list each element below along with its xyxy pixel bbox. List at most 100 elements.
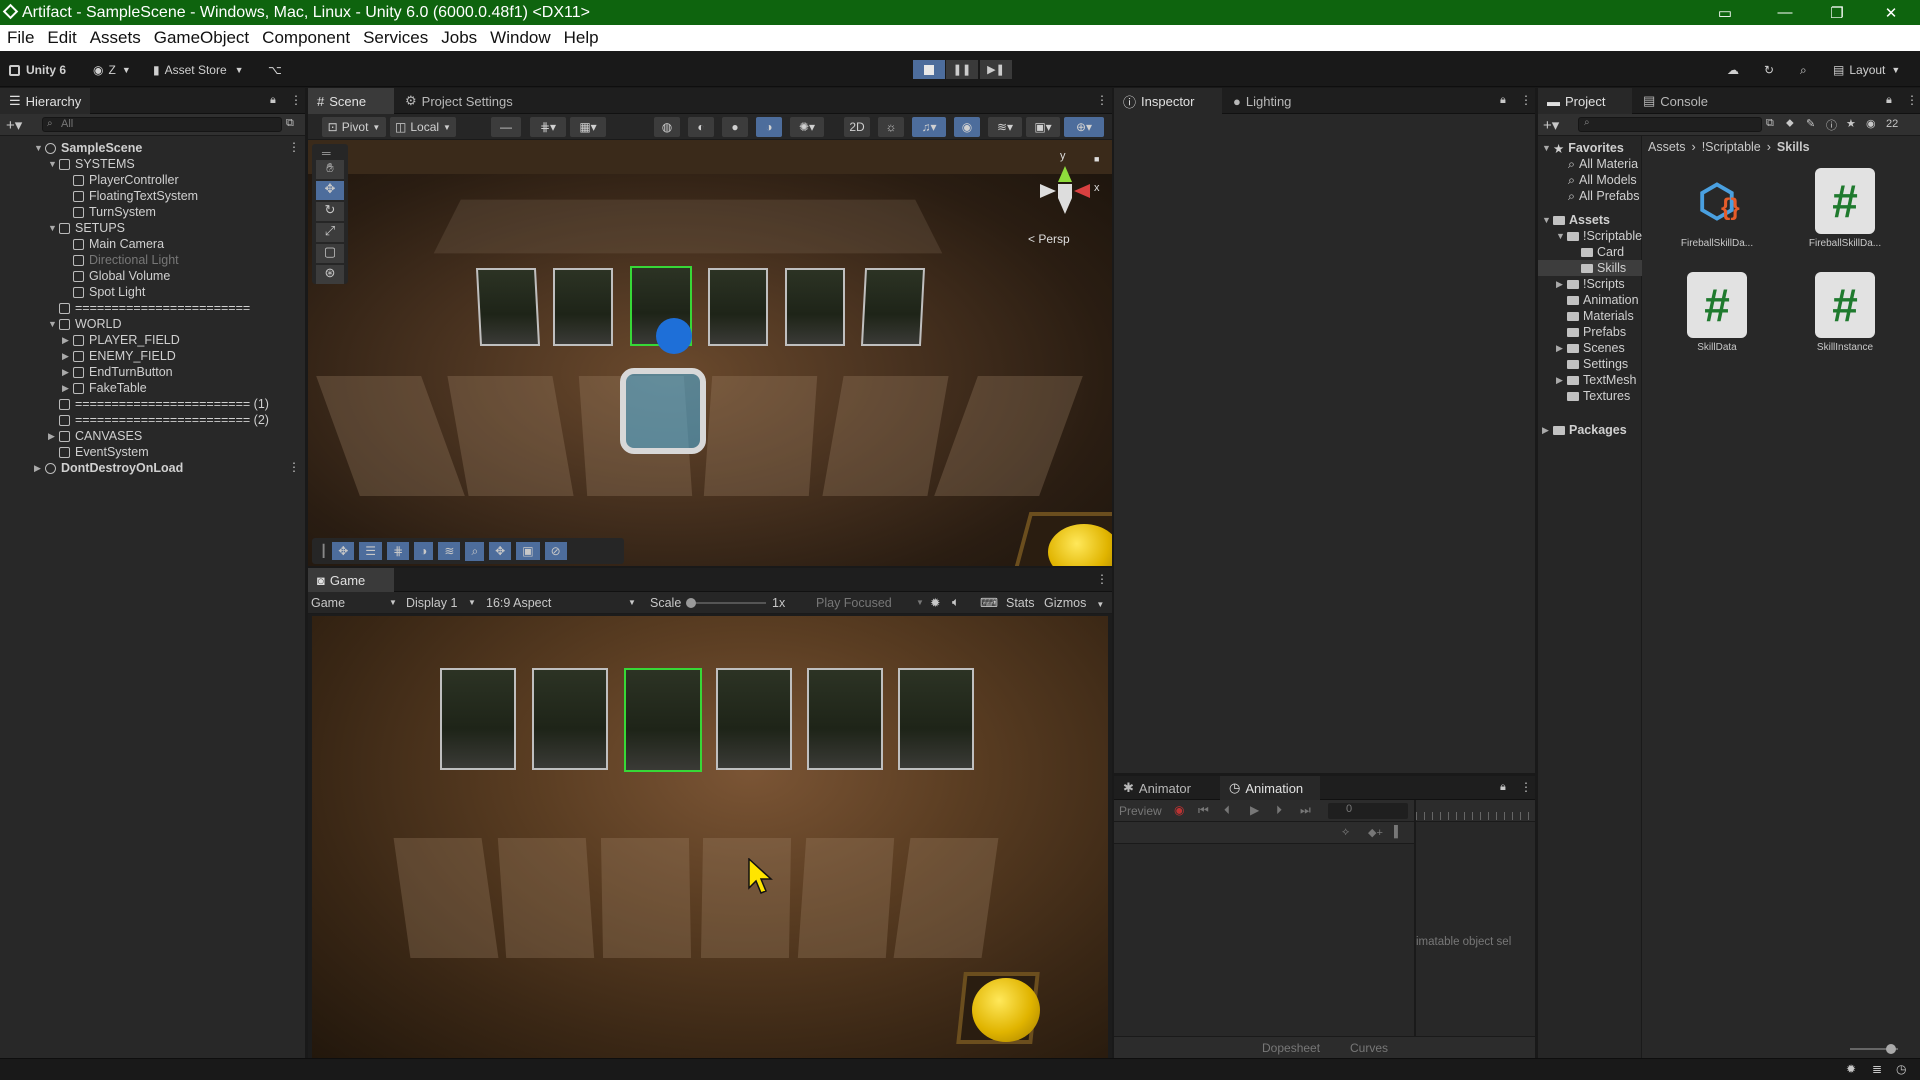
pause-button[interactable]: ❚❚: [946, 60, 978, 79]
folder-item[interactable]: ▼ !Scriptable: [1556, 228, 1642, 244]
dopesheet-tab[interactable]: Dopesheet: [1258, 1041, 1324, 1055]
expand-arrow-icon[interactable]: ▼: [48, 223, 59, 233]
hierarchy-item[interactable]: ▶ PLAYER_FIELD: [62, 332, 180, 348]
menu-gameobject[interactable]: GameObject: [154, 28, 249, 48]
mute-audio-icon[interactable]: 🔈︎: [952, 595, 960, 610]
menu-file[interactable]: File: [7, 28, 34, 48]
scale-tool-icon[interactable]: ⤢: [316, 223, 344, 242]
menu-assets[interactable]: Assets: [90, 28, 141, 48]
tab-inspector[interactable]: ⓘ Inspector: [1114, 88, 1222, 114]
frame-input[interactable]: 0: [1328, 803, 1408, 819]
expand-arrow-icon[interactable]: ▼: [1556, 231, 1567, 241]
persp-label[interactable]: < Persp: [1028, 232, 1070, 246]
scene-card[interactable]: [708, 268, 768, 346]
prev-key-icon[interactable]: ⏴: [1224, 803, 1230, 818]
expand-arrow-icon[interactable]: ▶: [1556, 343, 1567, 354]
maximize-button[interactable]: ❐: [1812, 0, 1862, 25]
search-by-label-icon[interactable]: ⬥: [1786, 117, 1794, 130]
menu-edit[interactable]: Edit: [47, 28, 76, 48]
label-icon[interactable]: ✎: [1806, 117, 1815, 130]
more-options-icon[interactable]: ⋮: [1096, 572, 1108, 586]
tab-animator[interactable]: ✱ Animator: [1114, 776, 1218, 800]
cast-icon[interactable]: ▭: [1700, 0, 1750, 25]
tab-lighting[interactable]: ● Lighting: [1224, 88, 1300, 114]
expand-arrow-icon[interactable]: ▶: [34, 463, 45, 474]
draw-mode-icon[interactable]: ◑: [414, 542, 434, 560]
camera-dropdown[interactable]: ▣▾: [1026, 117, 1060, 137]
tab-project[interactable]: ▬ Project: [1538, 88, 1632, 114]
drag-handle-icon[interactable]: ═: [322, 146, 331, 160]
menu-component[interactable]: Component: [262, 28, 350, 48]
rotate-tool-icon[interactable]: ↻: [316, 202, 344, 221]
expand-arrow-icon[interactable]: ▶: [62, 351, 73, 362]
draw-mode-shaded-icon[interactable]: ●: [722, 117, 748, 137]
folder-item[interactable]: ▶ Scenes: [1556, 340, 1625, 356]
scene-card[interactable]: [860, 268, 926, 346]
create-asset-button[interactable]: +▾: [1543, 116, 1559, 134]
hidden-packages-icon[interactable]: ◉: [1866, 117, 1876, 130]
filter-icon[interactable]: ⟡: [1342, 826, 1349, 839]
game-mode-dropdown[interactable]: Game ▼: [311, 596, 399, 610]
overlay-handle-icon[interactable]: ┃: [320, 544, 327, 558]
more-options-icon[interactable]: ⋮: [288, 140, 300, 154]
stats-button[interactable]: Stats: [1006, 596, 1035, 610]
camera-gizmo-icon[interactable]: [620, 368, 706, 454]
game-card[interactable]: [716, 668, 792, 770]
favorites-header[interactable]: ▼ ★ Favorites: [1542, 140, 1624, 156]
user-button[interactable]: ◉ Z ▼: [93, 60, 131, 80]
hierarchy-item[interactable]: ======================== (1): [48, 396, 269, 412]
local-dropdown[interactable]: ◫ Local ▼: [390, 117, 456, 137]
play-icon[interactable]: ▶: [1250, 803, 1259, 817]
hierarchy-item[interactable]: ▶ FakeTable: [62, 380, 147, 396]
menu-window[interactable]: Window: [490, 28, 550, 48]
lock-icon[interactable]: ■: [1094, 154, 1099, 164]
layers-icon[interactable]: ≋: [438, 542, 461, 560]
folder-item[interactable]: Skills: [1538, 260, 1642, 276]
hierarchy-item[interactable]: ======================== (2): [48, 412, 269, 428]
expand-arrow-icon[interactable]: ▶: [1556, 279, 1567, 290]
more-options-icon[interactable]: ⋮: [288, 460, 300, 474]
asset-item[interactable]: # SkillInstance: [1800, 272, 1890, 353]
debug-icon[interactable]: ✹: [1846, 1062, 1856, 1076]
game-card[interactable]: [532, 668, 608, 770]
hierarchy-item[interactable]: ▶ ENEMY_FIELD: [62, 348, 176, 364]
expand-arrow-icon[interactable]: ▶: [62, 367, 73, 378]
folder-item[interactable]: Textures: [1556, 388, 1630, 404]
more-options-icon[interactable]: ⋮: [290, 93, 302, 107]
move-tool-icon[interactable]: ✥: [316, 181, 344, 200]
game-viewport[interactable]: [312, 616, 1108, 1058]
cloud-icon[interactable]: ☁: [1727, 60, 1739, 80]
search-by-type-icon[interactable]: ⧉: [1766, 117, 1774, 130]
add-object-button[interactable]: +▾: [6, 116, 22, 134]
menu-services[interactable]: Services: [363, 28, 428, 48]
folder-item[interactable]: Settings: [1556, 356, 1628, 372]
menu-jobs[interactable]: Jobs: [441, 28, 477, 48]
project-search-input[interactable]: [1578, 117, 1762, 132]
draw-mode-lit-icon[interactable]: ◑: [756, 117, 782, 137]
icon-size-slider[interactable]: [1850, 1044, 1898, 1054]
gizmos-dropdown[interactable]: Gizmos ▼: [1044, 596, 1104, 610]
layout-dropdown[interactable]: ▤ Layout ▼: [1833, 60, 1900, 80]
account-button[interactable]: Unity 6: [9, 60, 66, 80]
hierarchy-item[interactable]: FloatingTextSystem: [62, 188, 198, 204]
hierarchy-item[interactable]: TurnSystem: [62, 204, 156, 220]
scale-slider[interactable]: [686, 598, 766, 608]
hierarchy-item[interactable]: Global Volume: [62, 268, 170, 284]
effects-dropdown[interactable]: ≋▾: [988, 117, 1022, 137]
expand-arrow-icon[interactable]: ▼: [48, 319, 59, 329]
grid-snap-button[interactable]: ⋕▾: [530, 117, 566, 137]
grid-visibility-button[interactable]: ▦▾: [570, 117, 606, 137]
lock-icon[interactable]: 🔒︎: [1500, 781, 1506, 794]
lock-icon[interactable]: 🔒︎: [270, 94, 276, 107]
increment-snap-button[interactable]: —: [491, 117, 521, 137]
folder-item[interactable]: Animation: [1556, 292, 1639, 308]
breadcrumb-assets[interactable]: Assets: [1648, 140, 1686, 154]
importlog-icon[interactable]: ⓘ: [1826, 117, 1837, 133]
audio-toggle-icon[interactable]: ♫▾: [912, 117, 946, 137]
hierarchy-item[interactable]: ========================: [48, 300, 250, 316]
icon-size-thumb[interactable]: [1886, 1044, 1896, 1054]
play-focused-dropdown[interactable]: Play Focused ▼: [816, 596, 924, 610]
timeline-ruler[interactable]: [1416, 800, 1535, 822]
scene-visibility-icon[interactable]: ◉: [954, 117, 980, 137]
play-button[interactable]: [913, 60, 945, 79]
